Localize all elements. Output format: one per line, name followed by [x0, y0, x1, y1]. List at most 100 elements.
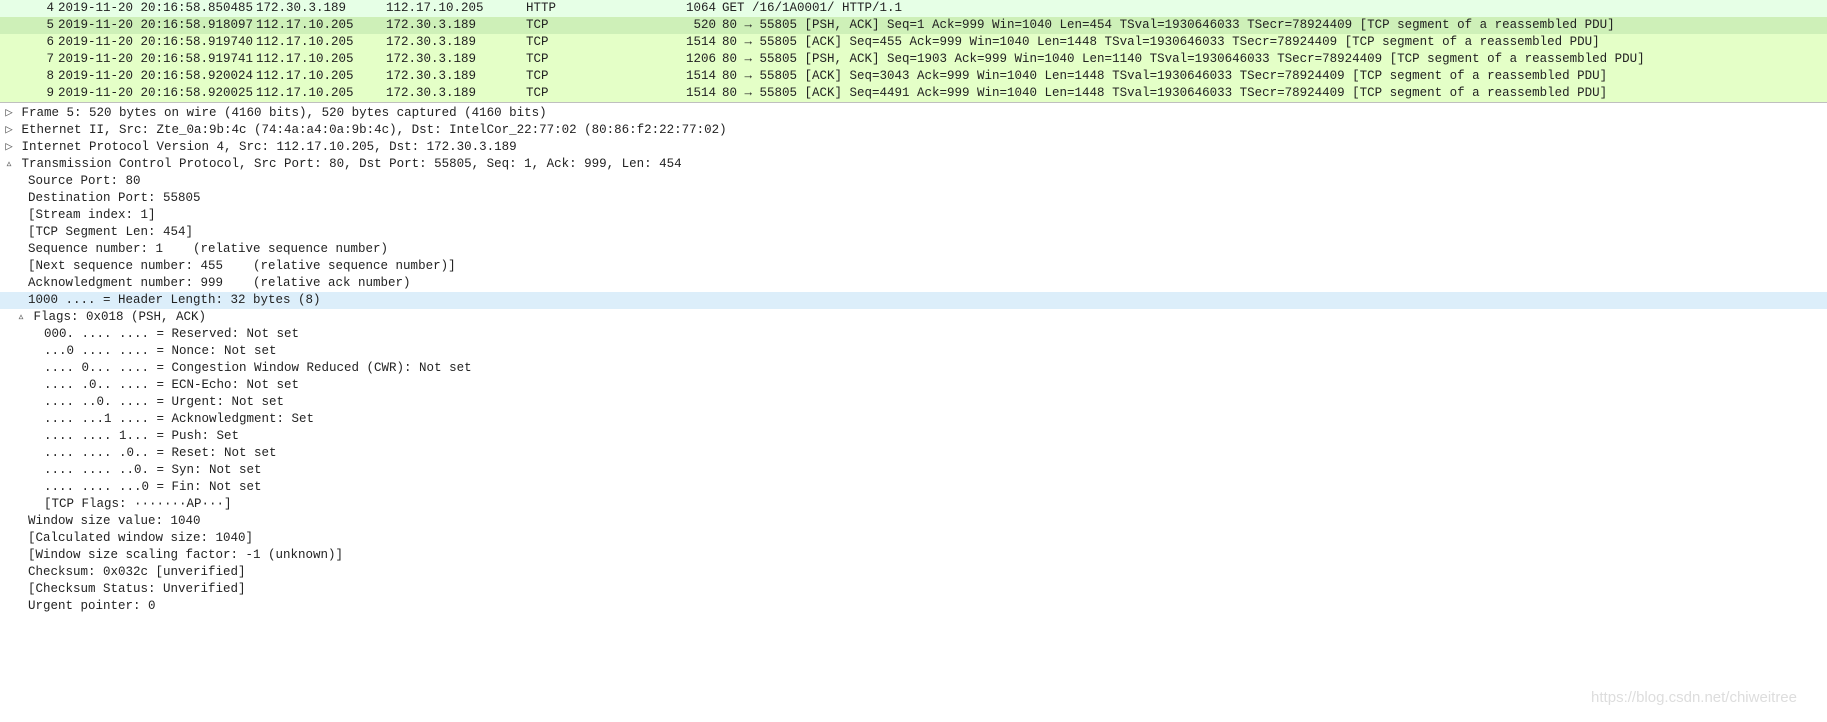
packet-details-tree[interactable]: ▷ Frame 5: 520 bytes on wire (4160 bits)…	[0, 103, 1827, 615]
collapse-icon[interactable]: ▵	[4, 156, 14, 173]
flag-reset[interactable]: .... .... .0.. = Reset: Not set	[0, 445, 1827, 462]
label: .... .... 1... = Push: Set	[44, 429, 239, 443]
label: .... 0... .... = Congestion Window Reduc…	[44, 361, 472, 375]
flag-urgent[interactable]: .... ..0. .... = Urgent: Not set	[0, 394, 1827, 411]
label: [TCP Segment Len: 454]	[28, 225, 193, 239]
cell-info: 80 → 55805 [ACK] Seq=3043 Ack=999 Win=10…	[722, 68, 1825, 85]
cell-len: 520	[666, 17, 722, 34]
label: .... .0.. .... = ECN-Echo: Not set	[44, 378, 299, 392]
cell-info: 80 → 55805 [ACK] Seq=4491 Ack=999 Win=10…	[722, 85, 1825, 102]
expand-icon[interactable]: ▷	[4, 122, 14, 139]
tcp-stream-index[interactable]: [Stream index: 1]	[0, 207, 1827, 224]
cell-src: 112.17.10.205	[256, 85, 386, 102]
tcp-checksum[interactable]: Checksum: 0x032c [unverified]	[0, 564, 1827, 581]
cell-time: 2019-11-20 20:16:58.850485	[58, 0, 256, 17]
cell-prot: HTTP	[526, 0, 666, 17]
packet-list[interactable]: 42019-11-20 20:16:58.850485172.30.3.1891…	[0, 0, 1827, 103]
packet-row[interactable]: 42019-11-20 20:16:58.850485172.30.3.1891…	[0, 0, 1827, 17]
tcp-next-seq[interactable]: [Next sequence number: 455 (relative seq…	[0, 258, 1827, 275]
expand-icon[interactable]: ▷	[4, 105, 14, 122]
label: .... .... ..0. = Syn: Not set	[44, 463, 262, 477]
cell-dst: 172.30.3.189	[386, 17, 526, 34]
cell-info: 80 → 55805 [PSH, ACK] Seq=1903 Ack=999 W…	[722, 51, 1825, 68]
label: [Next sequence number: 455 (relative seq…	[28, 259, 456, 273]
flag-syn[interactable]: .... .... ..0. = Syn: Not set	[0, 462, 1827, 479]
tree-tcp[interactable]: ▵ Transmission Control Protocol, Src Por…	[0, 156, 1827, 173]
cell-dst: 172.30.3.189	[386, 34, 526, 51]
cell-time: 2019-11-20 20:16:58.920025	[58, 85, 256, 102]
cell-len: 1514	[666, 34, 722, 51]
cell-time: 2019-11-20 20:16:58.918097	[58, 17, 256, 34]
cell-len: 1514	[666, 85, 722, 102]
cell-info: 80 → 55805 [PSH, ACK] Seq=1 Ack=999 Win=…	[722, 17, 1825, 34]
tcp-dest-port[interactable]: Destination Port: 55805	[0, 190, 1827, 207]
label: Checksum: 0x032c [unverified]	[28, 565, 246, 579]
tcp-header-length[interactable]: 1000 .... = Header Length: 32 bytes (8)	[0, 292, 1827, 309]
tcp-flags[interactable]: ▵ Flags: 0x018 (PSH, ACK)	[0, 309, 1827, 326]
tcp-window-scale[interactable]: [Window size scaling factor: -1 (unknown…	[0, 547, 1827, 564]
label: .... ...1 .... = Acknowledgment: Set	[44, 412, 314, 426]
cell-dst: 172.30.3.189	[386, 85, 526, 102]
cell-time: 2019-11-20 20:16:58.920024	[58, 68, 256, 85]
tcp-checksum-status[interactable]: [Checksum Status: Unverified]	[0, 581, 1827, 598]
flag-ack[interactable]: .... ...1 .... = Acknowledgment: Set	[0, 411, 1827, 428]
packet-row[interactable]: 62019-11-20 20:16:58.919740112.17.10.205…	[0, 34, 1827, 51]
cell-dst: 172.30.3.189	[386, 68, 526, 85]
label: Source Port: 80	[28, 174, 141, 188]
tcp-segment-len[interactable]: [TCP Segment Len: 454]	[0, 224, 1827, 241]
cell-prot: TCP	[526, 68, 666, 85]
cell-prot: TCP	[526, 34, 666, 51]
label: Frame 5: 520 bytes on wire (4160 bits), …	[22, 106, 547, 120]
label: Sequence number: 1 (relative sequence nu…	[28, 242, 388, 256]
cell-no: 9	[2, 85, 58, 102]
flag-ecn[interactable]: .... .0.. .... = ECN-Echo: Not set	[0, 377, 1827, 394]
flag-fin[interactable]: .... .... ...0 = Fin: Not set	[0, 479, 1827, 496]
tcp-source-port[interactable]: Source Port: 80	[0, 173, 1827, 190]
cell-no: 7	[2, 51, 58, 68]
cell-no: 6	[2, 34, 58, 51]
label: Flags: 0x018 (PSH, ACK)	[34, 310, 207, 324]
expand-icon[interactable]: ▷	[4, 139, 14, 156]
flag-reserved[interactable]: 000. .... .... = Reserved: Not set	[0, 326, 1827, 343]
cell-prot: TCP	[526, 51, 666, 68]
flag-text[interactable]: [TCP Flags: ·······AP···]	[0, 496, 1827, 513]
cell-len: 1206	[666, 51, 722, 68]
cell-src: 112.17.10.205	[256, 51, 386, 68]
label: Transmission Control Protocol, Src Port:…	[22, 157, 682, 171]
packet-row[interactable]: 92019-11-20 20:16:58.920025112.17.10.205…	[0, 85, 1827, 102]
watermark: https://blog.csdn.net/chiweitree	[1591, 689, 1797, 706]
label: 1000 .... = Header Length: 32 bytes (8)	[28, 293, 321, 307]
label: [Checksum Status: Unverified]	[28, 582, 246, 596]
packet-row[interactable]: 72019-11-20 20:16:58.919741112.17.10.205…	[0, 51, 1827, 68]
tcp-calc-window[interactable]: [Calculated window size: 1040]	[0, 530, 1827, 547]
cell-info: 80 → 55805 [ACK] Seq=455 Ack=999 Win=104…	[722, 34, 1825, 51]
flag-nonce[interactable]: ...0 .... .... = Nonce: Not set	[0, 343, 1827, 360]
label: [Calculated window size: 1040]	[28, 531, 253, 545]
label: .... .... ...0 = Fin: Not set	[44, 480, 262, 494]
cell-no: 4	[2, 0, 58, 17]
cell-dst: 172.30.3.189	[386, 51, 526, 68]
tree-ip[interactable]: ▷ Internet Protocol Version 4, Src: 112.…	[0, 139, 1827, 156]
label: Urgent pointer: 0	[28, 599, 156, 613]
tcp-ack[interactable]: Acknowledgment number: 999 (relative ack…	[0, 275, 1827, 292]
tree-frame[interactable]: ▷ Frame 5: 520 bytes on wire (4160 bits)…	[0, 105, 1827, 122]
packet-row[interactable]: 82019-11-20 20:16:58.920024112.17.10.205…	[0, 68, 1827, 85]
tcp-urgent-pointer[interactable]: Urgent pointer: 0	[0, 598, 1827, 615]
cell-no: 5	[2, 17, 58, 34]
cell-no: 8	[2, 68, 58, 85]
cell-src: 112.17.10.205	[256, 17, 386, 34]
packet-row[interactable]: 52019-11-20 20:16:58.918097112.17.10.205…	[0, 17, 1827, 34]
cell-prot: TCP	[526, 85, 666, 102]
label: [TCP Flags: ·······AP···]	[44, 497, 232, 511]
cell-len: 1064	[666, 0, 722, 17]
label: Acknowledgment number: 999 (relative ack…	[28, 276, 411, 290]
flag-cwr[interactable]: .... 0... .... = Congestion Window Reduc…	[0, 360, 1827, 377]
collapse-icon[interactable]: ▵	[16, 309, 26, 326]
cell-time: 2019-11-20 20:16:58.919741	[58, 51, 256, 68]
tcp-seq[interactable]: Sequence number: 1 (relative sequence nu…	[0, 241, 1827, 258]
tcp-window[interactable]: Window size value: 1040	[0, 513, 1827, 530]
cell-info: GET /16/1A0001/ HTTP/1.1	[722, 0, 1825, 17]
tree-ethernet[interactable]: ▷ Ethernet II, Src: Zte_0a:9b:4c (74:4a:…	[0, 122, 1827, 139]
cell-src: 112.17.10.205	[256, 34, 386, 51]
flag-push[interactable]: .... .... 1... = Push: Set	[0, 428, 1827, 445]
